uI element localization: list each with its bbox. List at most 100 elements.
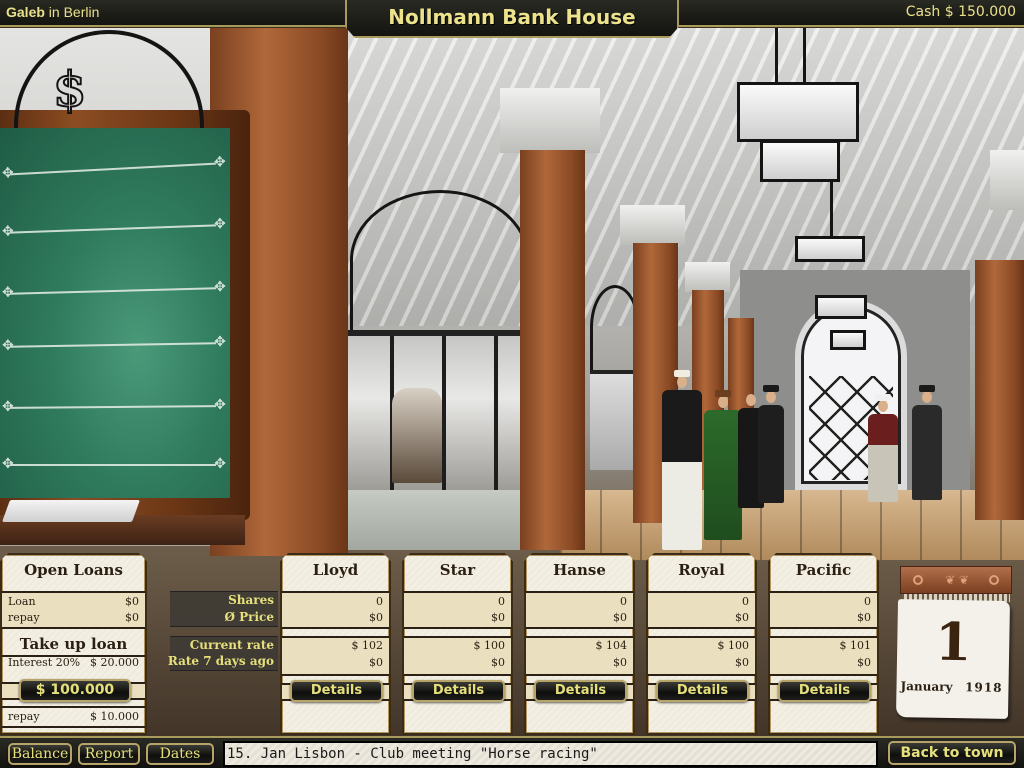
person-head xyxy=(878,400,888,412)
cash-label: Cash xyxy=(905,4,941,20)
shares-value: 0 xyxy=(498,595,505,608)
avg-price-value: $0 xyxy=(735,611,749,624)
current-rate-value: $ 104 xyxy=(595,639,627,652)
chandelier-lamp xyxy=(760,140,840,182)
player-location: Galeb in Berlin xyxy=(6,4,99,20)
holdings-labels: Shares Ø Price xyxy=(170,591,278,627)
avg-price-label: Ø Price xyxy=(224,610,274,624)
person-hat xyxy=(674,370,690,377)
ring-icon xyxy=(989,575,999,585)
rate-labels: Current rate Rate 7 days ago xyxy=(168,636,278,671)
cash-value: $ 150.000 xyxy=(944,4,1016,20)
calendar-day: 1 xyxy=(934,611,972,674)
avg-price-value: $0 xyxy=(613,611,627,624)
person-gentleman xyxy=(758,385,784,503)
balance-button[interactable]: Balance xyxy=(8,743,72,765)
report-button[interactable]: Report xyxy=(78,743,140,765)
take-repay-row: repay $ 10.000 xyxy=(8,710,139,723)
tiled-floor xyxy=(560,490,1024,560)
cash-display: Cash $ 150.000 xyxy=(906,4,1016,20)
open-loans-title: Open Loans xyxy=(24,561,123,579)
details-button-royal[interactable]: Details xyxy=(656,680,749,702)
person-hat xyxy=(763,385,779,392)
calendar-header-ornament: ❦ ❦ xyxy=(900,566,1012,594)
pillar-capital xyxy=(685,262,730,292)
open-repay-label: repay xyxy=(8,611,40,624)
person-hat xyxy=(715,390,731,397)
current-rate-value: $ 102 xyxy=(351,639,383,652)
shares-value: 0 xyxy=(620,595,627,608)
paper-stack xyxy=(1,500,141,522)
lamp-rod xyxy=(803,26,806,86)
person-hat xyxy=(875,394,891,401)
shares-value: 0 xyxy=(742,595,749,608)
chalkboard-line xyxy=(10,287,216,295)
shares-value: 0 xyxy=(376,595,383,608)
take-loan-title: Take up loan xyxy=(19,635,128,653)
location-name: in Berlin xyxy=(48,4,100,20)
company-name: Star xyxy=(439,561,476,579)
person-head xyxy=(718,396,728,408)
scroll-ornament-icon: ❦ ❦ xyxy=(945,573,969,587)
ring-icon xyxy=(913,575,923,585)
current-rate-label: Current rate xyxy=(189,638,274,652)
player-name: Galeb xyxy=(6,4,45,20)
title-plate: Nollmann Bank House xyxy=(345,0,679,38)
lamp-rod xyxy=(775,26,778,86)
avg-price-value: $0 xyxy=(491,611,505,624)
company-panel-royal: Royal 0 $0 $ 100 $0 Details xyxy=(646,553,757,735)
avg-price-value: $0 xyxy=(369,611,383,624)
current-rate-value: $ 101 xyxy=(839,639,871,652)
company-panel-star: Star 0 $0 $ 100 $0 Details xyxy=(402,553,513,735)
person-head xyxy=(677,376,687,388)
details-button-hanse[interactable]: Details xyxy=(534,680,627,702)
person-gentleman xyxy=(662,370,702,550)
rate-7-days-value: $0 xyxy=(857,656,871,669)
back-to-town-button[interactable]: Back to town xyxy=(888,741,1016,765)
loans-panel: Open Loans Loan $0 repay $0 Take up loan… xyxy=(0,553,147,735)
chalkboard-line xyxy=(9,342,217,348)
page-title: Nollmann Bank House xyxy=(388,5,636,29)
teller-counter-window xyxy=(342,330,542,495)
loan-label: Loan xyxy=(8,595,36,608)
loan-amount-button[interactable]: $ 100.000 xyxy=(19,679,131,702)
person-hat xyxy=(919,385,935,392)
company-panel-hanse: Hanse 0 $0 $ 104 $0 Details xyxy=(524,553,635,735)
chandelier-lamp xyxy=(830,330,866,350)
chandelier-lamp xyxy=(795,236,865,262)
current-rate-value: $ 100 xyxy=(473,639,505,652)
details-button-lloyd[interactable]: Details xyxy=(290,680,383,702)
company-name: Pacific xyxy=(795,561,852,579)
loan-value: $0 xyxy=(125,595,139,608)
take-repay-value: $ 10.000 xyxy=(90,710,139,723)
details-button-pacific[interactable]: Details xyxy=(778,680,871,702)
company-name: Lloyd xyxy=(312,561,359,579)
person-head xyxy=(922,391,932,403)
shares-value: 0 xyxy=(864,595,871,608)
current-rate-value: $ 100 xyxy=(717,639,749,652)
loan-row: Loan $0 xyxy=(8,595,139,608)
shares-label: Shares xyxy=(228,593,274,607)
chalkboard-line xyxy=(10,162,216,176)
open-repay-row: repay $0 xyxy=(8,611,139,624)
person-head xyxy=(746,394,756,406)
rate-7-days-value: $0 xyxy=(613,656,627,669)
rate-7-days-value: $0 xyxy=(369,656,383,669)
chalkboard xyxy=(0,128,230,498)
dates-button[interactable]: Dates xyxy=(146,743,214,765)
company-name: Royal xyxy=(678,561,725,579)
lamp-rod xyxy=(830,182,833,237)
chandelier-lamp xyxy=(815,295,867,319)
details-button-star[interactable]: Details xyxy=(412,680,505,702)
chalkboard-line xyxy=(9,405,217,409)
person-gentleman xyxy=(912,385,942,500)
ornate-grille xyxy=(350,190,530,330)
calendar-month: January xyxy=(900,679,953,694)
rate-7-days-value: $0 xyxy=(491,656,505,669)
interest-value: $ 20.000 xyxy=(90,656,139,669)
calendar-page: 1 January 1918 xyxy=(895,599,1011,719)
open-repay-value: $0 xyxy=(125,611,139,624)
pillar-capital xyxy=(620,205,685,245)
chalkboard-line xyxy=(2,455,226,473)
pillar-capital xyxy=(990,150,1024,210)
